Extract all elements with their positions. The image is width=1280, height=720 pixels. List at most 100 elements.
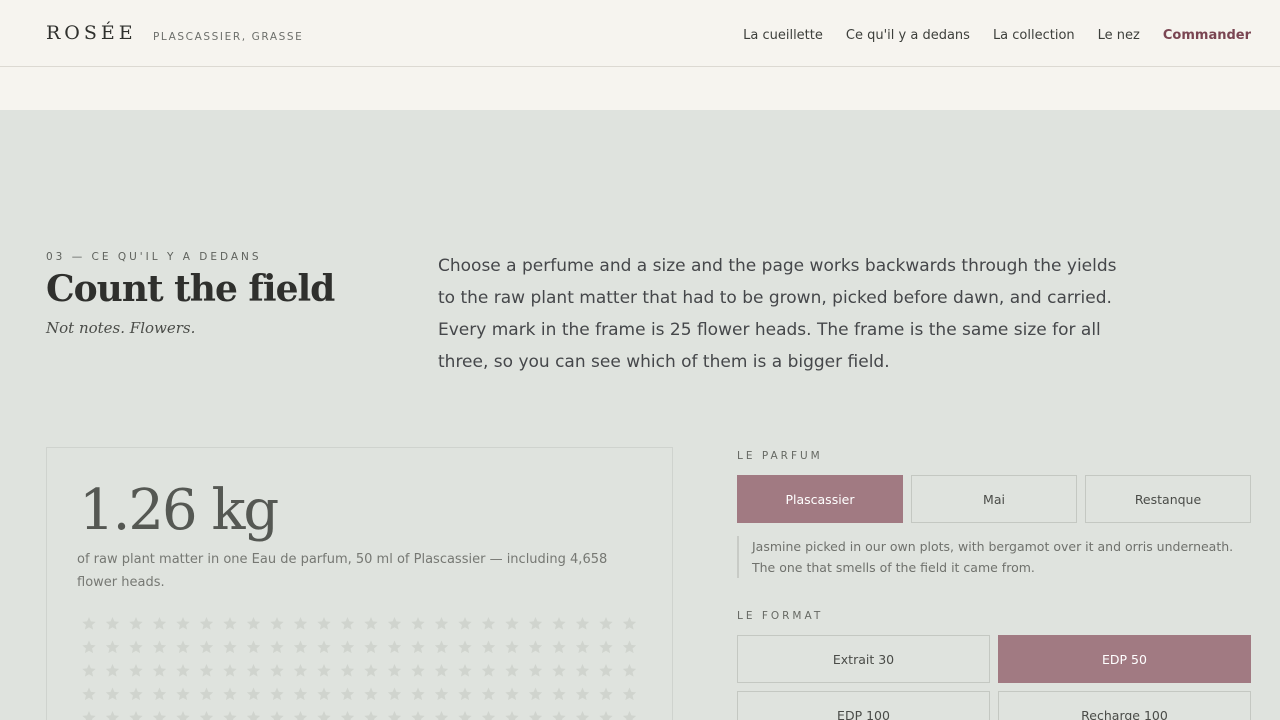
flower-mark (481, 617, 496, 630)
flower-mark (246, 687, 261, 701)
flower-mark (293, 617, 308, 630)
flower-mark (152, 640, 167, 654)
flower-mark (223, 687, 237, 701)
flower-mark (105, 617, 120, 630)
flower-mark (223, 617, 237, 630)
flower-mark (152, 617, 167, 630)
flower-mark (622, 687, 637, 701)
flower-mark (223, 664, 237, 677)
flower-mark (458, 687, 472, 701)
flower-mark (340, 664, 355, 677)
flower-mark (176, 640, 190, 654)
format-option-extrait-30[interactable]: Extrait 30 (737, 635, 990, 683)
parfum-option-plascassier[interactable]: Plascassier (737, 475, 903, 523)
nav-le-nez[interactable]: Le nez (1098, 28, 1140, 43)
flower-mark (575, 711, 590, 720)
flower-mark (317, 664, 331, 677)
flower-mark (340, 617, 355, 630)
flower-mark (481, 687, 496, 701)
nav-commander[interactable]: Commander (1163, 28, 1251, 43)
flower-mark (364, 687, 378, 701)
flower-mark (528, 687, 543, 701)
flower-mark (387, 617, 402, 630)
flower-mark (152, 687, 167, 701)
flower-mark (270, 640, 284, 654)
flower-mark (293, 640, 308, 654)
flower-mark (458, 617, 472, 630)
flower-mark (552, 687, 566, 701)
flower-mark (622, 640, 637, 654)
flower-mark (552, 664, 566, 677)
flower-mark (505, 711, 519, 720)
flower-mark (458, 664, 472, 677)
flower-mark (528, 711, 543, 720)
header-divider (0, 66, 1280, 67)
parfum-label: LE PARFUM (737, 450, 823, 462)
flower-mark (293, 711, 308, 720)
flower-mark (599, 711, 613, 720)
flower-mark (622, 664, 637, 677)
nav-la-cueillette[interactable]: La cueillette (743, 28, 823, 43)
flower-mark (387, 687, 402, 701)
flower-mark (317, 640, 331, 654)
flower-mark (105, 640, 120, 654)
brand-logo[interactable]: ROSÉE (46, 22, 137, 44)
flower-mark (411, 711, 425, 720)
parfum-option-restanque[interactable]: Restanque (1085, 475, 1251, 523)
flower-mark (176, 711, 190, 720)
flower-mark (528, 664, 543, 677)
flower-mark (364, 664, 378, 677)
flower-mark (129, 711, 143, 720)
flower-mark (270, 617, 284, 630)
parfum-description: Jasmine picked in our own plots, with be… (737, 536, 1251, 578)
flower-mark (411, 617, 425, 630)
flower-mark (411, 664, 425, 677)
flower-mark (246, 664, 261, 677)
flower-mark (387, 640, 402, 654)
flower-mark (364, 640, 378, 654)
site-header: ROSÉE PLASCASSIER, GRASSE La cueillette … (0, 0, 1280, 110)
flower-mark (340, 640, 355, 654)
flower-mark (129, 687, 143, 701)
flower-mark (599, 687, 613, 701)
section-eyebrow: 03 — CE QU'IL Y A DEDANS (46, 251, 262, 263)
flower-mark (528, 640, 543, 654)
format-option-edp-100[interactable]: EDP 100 (737, 691, 990, 720)
format-option-edp-50[interactable]: EDP 50 (998, 635, 1251, 683)
flower-mark (411, 687, 425, 701)
raw-matter-weight: 1.26 kg (79, 478, 279, 543)
flower-mark (82, 711, 96, 720)
section-intro: Choose a perfume and a size and the page… (438, 256, 1117, 372)
flower-mark (105, 664, 120, 677)
flower-mark (270, 687, 284, 701)
flower-mark (434, 640, 449, 654)
flower-mark (340, 711, 355, 720)
flower-mark (270, 664, 284, 677)
flower-mark (317, 711, 331, 720)
flower-mark (552, 640, 566, 654)
flower-mark (246, 617, 261, 630)
nav-la-collection[interactable]: La collection (993, 28, 1075, 43)
flower-mark (152, 664, 167, 677)
flower-mark (223, 640, 237, 654)
flower-mark (434, 687, 449, 701)
flower-mark (82, 687, 96, 701)
flower-mark (622, 617, 637, 630)
format-option-recharge-100[interactable]: Recharge 100 (998, 691, 1251, 720)
section-subtitle: Not notes. Flowers. (46, 319, 196, 337)
parfum-option-mai[interactable]: Mai (911, 475, 1077, 523)
flower-mark (82, 640, 96, 654)
field-frame: 1.26 kg of raw plant matter in one Eau d… (46, 447, 673, 720)
flower-mark (552, 617, 566, 630)
flower-mark (246, 711, 261, 720)
brand-location: PLASCASSIER, GRASSE (153, 31, 304, 43)
nav-ce-quil-y-a-dedans[interactable]: Ce qu'il y a dedans (846, 28, 970, 43)
flower-mark (293, 687, 308, 701)
flower-mark (199, 617, 214, 630)
flower-mark (199, 664, 214, 677)
flower-mark (105, 711, 120, 720)
flower-mark (82, 617, 96, 630)
flower-mark (176, 687, 190, 701)
flower-mark (622, 711, 637, 720)
flower-mark (199, 711, 214, 720)
